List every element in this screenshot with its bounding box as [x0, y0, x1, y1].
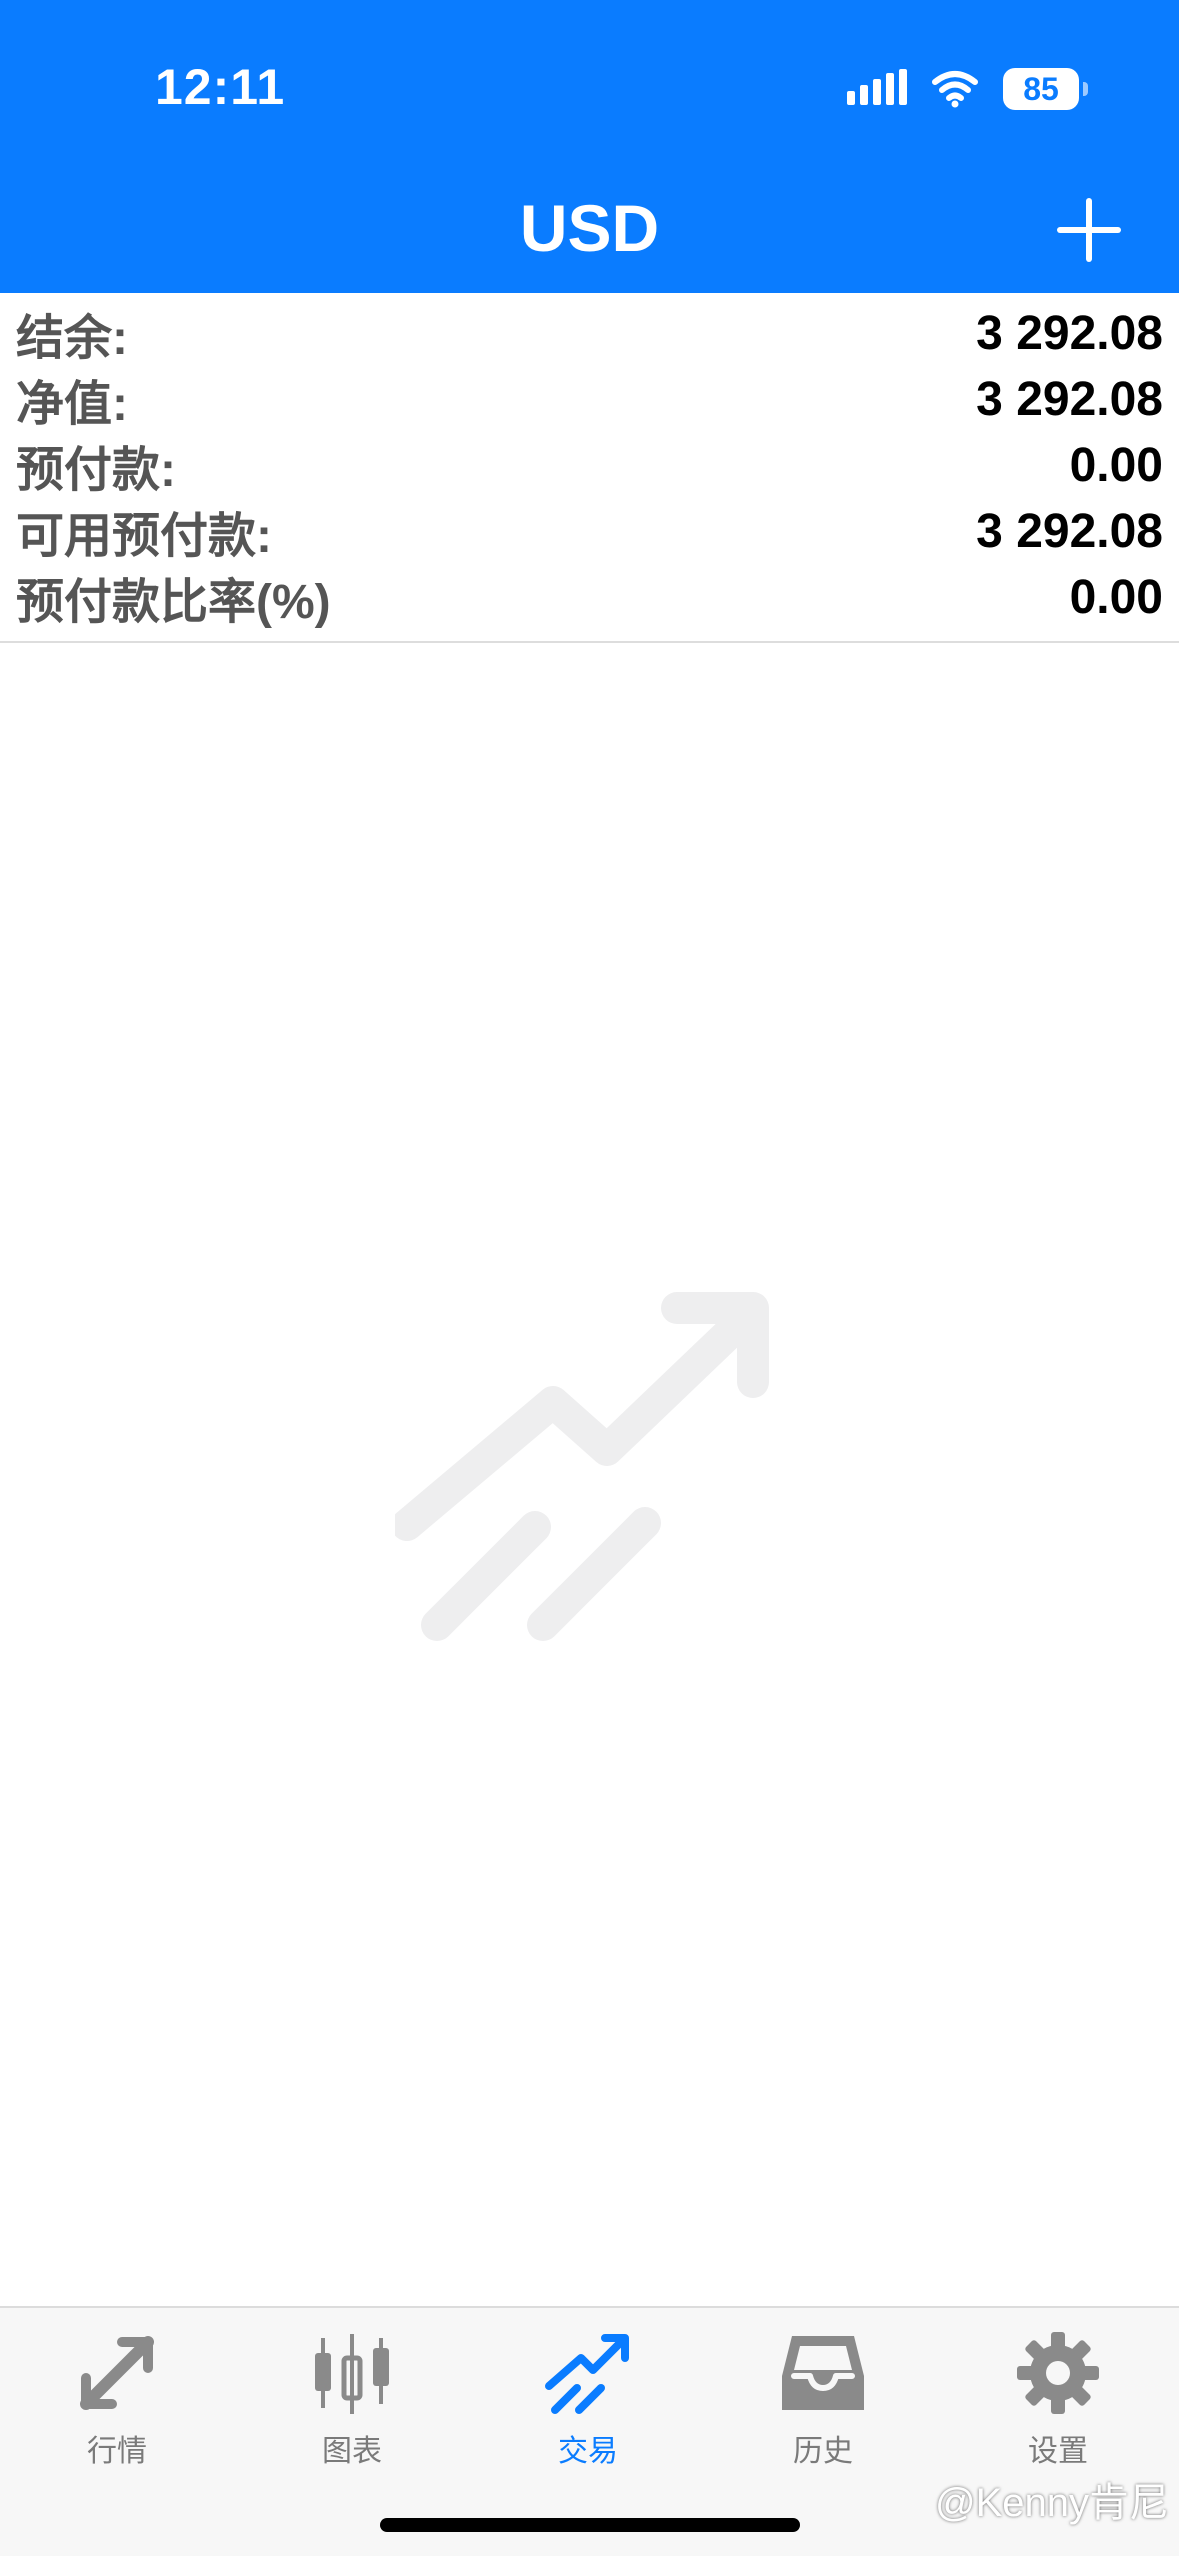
account-summary: 结余: 3 292.08 净值: 3 292.08 预付款: 0.00 可用预付…	[0, 300, 1179, 630]
trade-trend-icon	[395, 1292, 769, 1641]
home-indicator[interactable]	[380, 2518, 800, 2532]
margin-level-label: 预付款比率(%)	[16, 576, 331, 629]
tab-label: 设置	[1028, 2435, 1088, 2468]
equity-row: 净值: 3 292.08	[0, 366, 1179, 432]
inbox-icon	[782, 2336, 864, 2410]
margin-value: 0.00	[1069, 438, 1163, 492]
balance-label: 结余:	[16, 312, 128, 365]
tab-trade[interactable]: 交易	[488, 2328, 688, 2488]
battery-indicator: 85	[1003, 68, 1088, 110]
margin-level-value: 0.00	[1069, 570, 1163, 624]
trade-icon	[545, 2334, 629, 2414]
tab-label: 历史	[793, 2435, 853, 2468]
margin-label: 预付款:	[16, 444, 176, 497]
header-bar: 12:11 85 USD	[0, 0, 1179, 293]
summary-divider	[0, 641, 1179, 643]
equity-label: 净值:	[16, 378, 128, 431]
watermark: @Kenny肯尼	[934, 2481, 1169, 2525]
wifi-icon	[932, 71, 978, 108]
tab-label: 交易	[558, 2435, 618, 2468]
tab-settings[interactable]: 设置	[958, 2328, 1158, 2488]
tab-label: 行情	[87, 2435, 147, 2468]
equity-value: 3 292.08	[976, 372, 1163, 426]
status-icons: 85	[847, 64, 1088, 114]
balance-row: 结余: 3 292.08	[0, 300, 1179, 366]
plus-icon[interactable]	[1054, 195, 1124, 265]
tab-label: 图表	[322, 2435, 382, 2468]
cellular-signal-icon	[847, 69, 907, 105]
margin-row: 预付款: 0.00	[0, 432, 1179, 498]
quotes-icon	[80, 2336, 154, 2410]
tab-charts[interactable]: 图表	[252, 2328, 452, 2488]
free-margin-row: 可用预付款: 3 292.08	[0, 498, 1179, 564]
page-title: USD	[519, 191, 660, 265]
free-margin-label: 可用预付款:	[16, 510, 272, 563]
balance-value: 3 292.08	[976, 306, 1163, 360]
margin-level-row: 预付款比率(%) 0.00	[0, 564, 1179, 630]
tab-quotes[interactable]: 行情	[17, 2328, 217, 2488]
gear-icon	[1017, 2332, 1099, 2414]
free-margin-value: 3 292.08	[976, 504, 1163, 558]
candlestick-icon	[315, 2334, 389, 2414]
tab-history[interactable]: 历史	[723, 2328, 923, 2488]
status-time: 12:11	[155, 59, 286, 115]
